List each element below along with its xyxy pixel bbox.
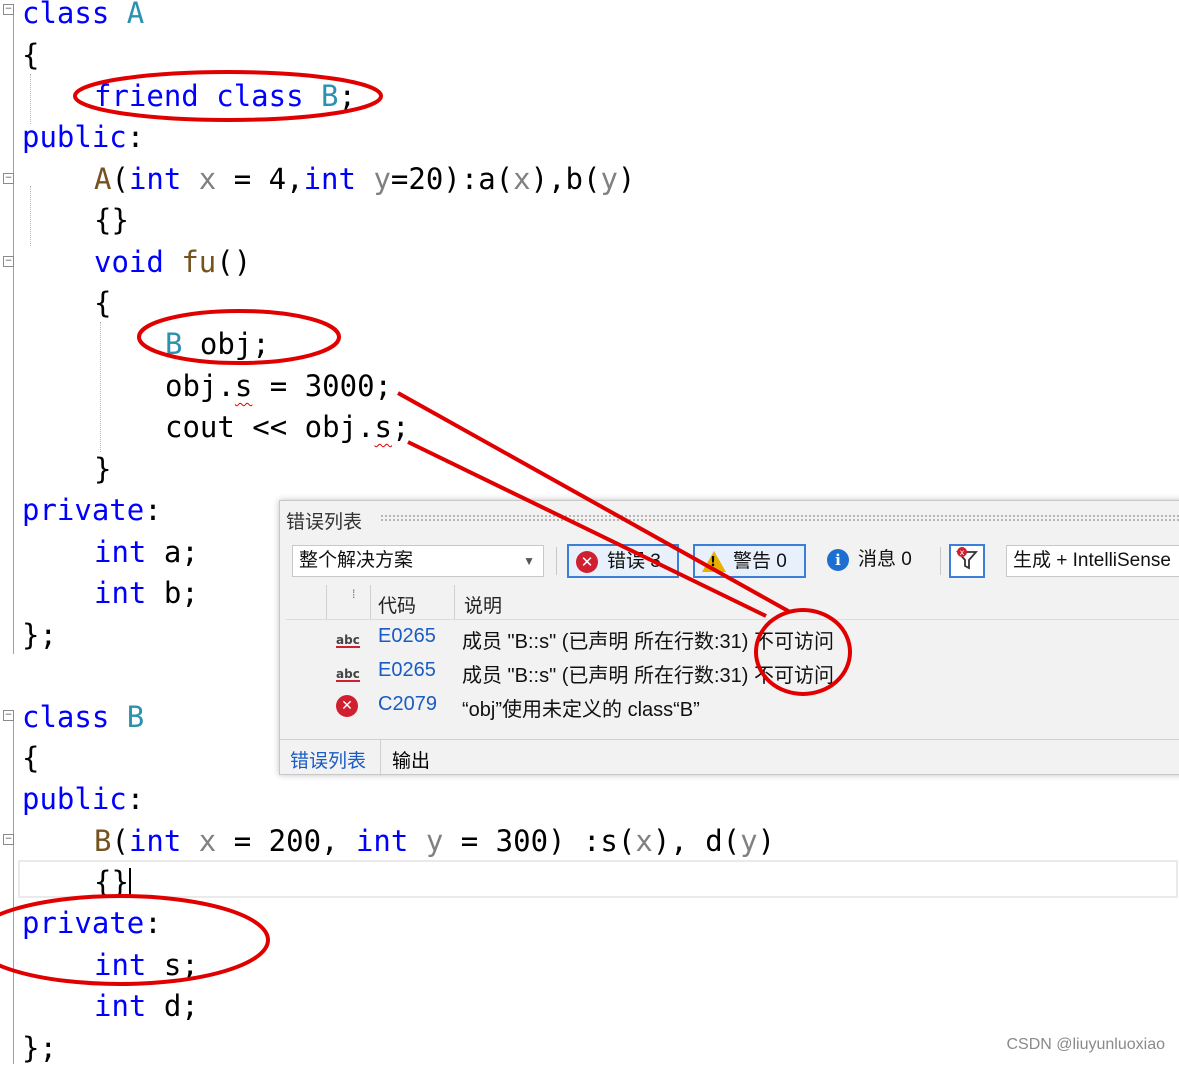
error-description: “obj”使用未定义的 class“B” [462, 699, 700, 721]
filter-button[interactable]: x [949, 544, 985, 578]
code-line-void-fu: void fu() [94, 245, 252, 279]
column-header-description[interactable]: 说明 [464, 591, 502, 618]
errors-filter-button[interactable]: ✕ 错误 3 [567, 544, 679, 578]
text-caret [128, 868, 131, 898]
code-line-ctor-b: B(int x = 200, int y = 300) :s(x), d(y) [94, 824, 776, 858]
error-code-link[interactable]: C2079 [378, 693, 437, 716]
build-source-dropdown[interactable]: 生成 + IntelliSense [1006, 545, 1179, 577]
error-description: 成员 "B::s" (已声明 所在行数:31) 不可访问 [462, 665, 835, 687]
indent-guide [100, 322, 101, 452]
tab-divider [380, 740, 381, 776]
code-line-decl-obj: B obj; [165, 327, 270, 361]
messages-filter-button[interactable]: i 消息 0 [820, 544, 930, 578]
code-line-class-a-header: class A [22, 0, 145, 30]
code-line-int-d: int d; [94, 989, 199, 1023]
code-line-int-b: int b; [94, 576, 199, 610]
scope-value: 整个解决方案 [299, 550, 414, 571]
code-line-int-s: int s; [94, 948, 199, 982]
code-line-close-a: }; [22, 618, 57, 652]
gutter-line-class-b [13, 720, 14, 1064]
error-icon: ✕ [576, 551, 598, 573]
error-row[interactable]: ✕ C2079 “obj”使用未定义的 class“B” [280, 689, 1179, 723]
error-row[interactable]: abc E0265 成员 "B::s" (已声明 所在行数:31) 不可访问 [280, 655, 1179, 689]
warnings-filter-button[interactable]: ! 警告 0 [693, 544, 806, 578]
toolbar-divider [940, 547, 941, 575]
filter-icon: x [956, 547, 978, 570]
code-line-fu-close: } [94, 452, 112, 486]
messages-count-label: 消息 0 [858, 549, 912, 570]
fold-toggle-icon[interactable]: − [3, 4, 14, 15]
watermark: CSDN @liuyunluoxiao [1006, 1036, 1165, 1053]
error-list-panel[interactable]: 错误列表 整个解决方案 ▼ ✕ 错误 3 ! 警告 0 i 消息 0 x 生成 … [279, 500, 1179, 776]
fold-toggle-icon[interactable]: − [3, 256, 14, 267]
panel-title: 错误列表 [286, 512, 363, 533]
intellisense-error-icon: abc [336, 633, 360, 648]
fold-toggle-icon[interactable]: − [3, 834, 14, 845]
fold-toggle-icon[interactable]: − [3, 710, 14, 721]
code-line-int-a: int a; [94, 535, 199, 569]
intellisense-error-icon: abc [336, 667, 360, 682]
chevron-down-icon: ▼ [523, 554, 535, 568]
tab-output[interactable]: 输出 [392, 746, 430, 773]
panel-drag-grip[interactable] [380, 514, 1179, 522]
errors-count-label: 错误 3 [607, 551, 661, 572]
error-code-link[interactable]: E0265 [378, 625, 436, 648]
info-icon: i [827, 549, 849, 571]
code-line-friend: friend class B; [94, 79, 356, 113]
error-icon: ✕ [336, 695, 358, 717]
indent-guide [30, 186, 31, 246]
column-divider [370, 585, 371, 619]
gutter-line-class-a [13, 14, 14, 654]
code-line-private: private: [22, 493, 162, 527]
error-list-toolbar: 整个解决方案 ▼ ✕ 错误 3 ! 警告 0 i 消息 0 x 生成 + Int… [280, 539, 1179, 581]
code-line-close-b: }; [22, 1031, 57, 1065]
code-line-public: public: [22, 120, 145, 154]
code-line-ctor-body: {} [94, 203, 129, 237]
code-line-open-brace: { [22, 38, 40, 72]
code-line-assign: obj.s = 3000; [165, 369, 392, 403]
error-row[interactable]: abc E0265 成员 "B::s" (已声明 所在行数:31) 不可访问 [280, 621, 1179, 655]
column-divider [326, 585, 327, 619]
scope-dropdown[interactable]: 整个解决方案 ▼ [292, 545, 544, 577]
svg-text:x: x [960, 548, 965, 557]
code-line-public-b: public: [22, 782, 145, 816]
code-line-ctor-a: A(int x = 4,int y=20):a(x),b(y) [94, 162, 636, 196]
tab-error-list[interactable]: 错误列表 [290, 746, 366, 773]
toolbar-divider [556, 547, 557, 575]
code-line-fu-open: { [94, 286, 112, 320]
error-description: 成员 "B::s" (已声明 所在行数:31) 不可访问 [462, 631, 835, 653]
error-grid-header: ⁞ 代码 说明 [286, 585, 1179, 620]
fold-toggle-icon[interactable]: − [3, 173, 14, 184]
panel-tabs: 错误列表 输出 [280, 739, 1179, 776]
current-line-highlight [18, 860, 1178, 898]
warning-icon: ! [702, 551, 726, 572]
code-line-class-b-header: class B [22, 700, 145, 734]
build-source-value: 生成 + IntelliSense [1013, 550, 1171, 571]
code-line-open-brace-b: { [22, 741, 40, 775]
column-divider [454, 585, 455, 619]
code-line-cout: cout << obj.s; [165, 410, 410, 444]
code-line-ctor-b-body: {} [94, 865, 131, 899]
warnings-count-label: 警告 0 [733, 551, 787, 572]
error-code-link[interactable]: E0265 [378, 659, 436, 682]
sort-icon[interactable]: ⁞ [352, 587, 355, 601]
indent-guide [30, 74, 31, 124]
code-line-private-b: private: [22, 906, 162, 940]
column-header-code[interactable]: 代码 [378, 591, 416, 618]
